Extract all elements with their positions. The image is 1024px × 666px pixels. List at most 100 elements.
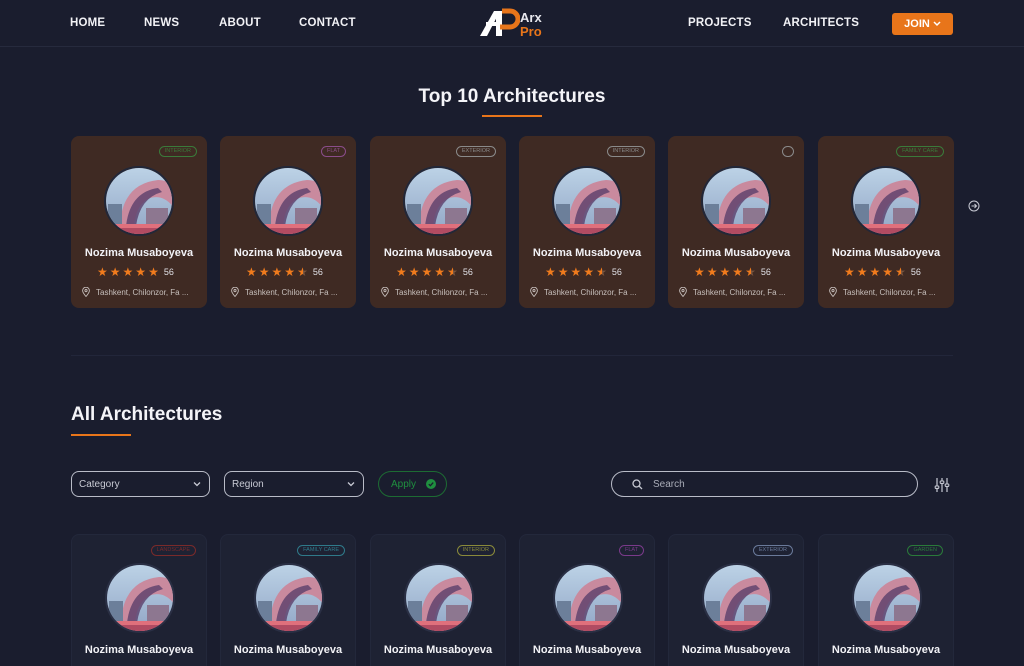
region-select-label: Region [232, 478, 264, 490]
architect-card[interactable]: interior Nozima Musaboyeva [370, 534, 506, 666]
architecture-photo-icon [106, 168, 172, 234]
architect-name: Nozima Musaboyeva [681, 644, 791, 656]
rating: ★ ★ ★ ★ ★ 56 [694, 266, 771, 278]
category-tag: exterior [752, 545, 793, 556]
category-select[interactable]: Category [71, 471, 210, 497]
location-text: Tashkent, Chilonzor, Fa ... [693, 287, 786, 297]
rating-count: 56 [611, 267, 622, 277]
avatar [253, 166, 323, 236]
nav-projects[interactable]: PROJECTS [688, 17, 752, 29]
star-icon: ★ [246, 265, 257, 279]
search-box[interactable] [611, 471, 918, 497]
architect-card[interactable]: interior Nozima Musaboyeva ★ ★ ★ ★ ★ 56 Tashkent… [71, 136, 207, 308]
top-section-title: Top 10 Architectures [418, 86, 606, 107]
join-label: JOIN [904, 18, 930, 30]
architecture-photo-icon [406, 565, 472, 631]
nav-home[interactable]: HOME [70, 17, 105, 29]
nav-contact[interactable]: CONTACT [299, 17, 356, 29]
chevron-down-icon [193, 482, 201, 487]
avatar [702, 563, 772, 633]
architect-name: Nozima Musaboyeva [84, 247, 194, 259]
location: Tashkent, Chilonzor, Fa ... [679, 287, 786, 297]
nav-architects[interactable]: ARCHITECTS [783, 17, 859, 29]
category-tag: landscape [150, 545, 196, 556]
category-tag: interior [456, 545, 495, 556]
architect-card[interactable]: landscape Nozima Musaboyeva [71, 534, 207, 666]
architect-name: Nozima Musaboyeva [532, 247, 642, 259]
rating: ★ ★ ★ ★ ★ 56 [97, 266, 174, 278]
architect-card[interactable]: family care Nozima Musaboyeva ★ ★ ★ ★ ★ 56 Tashk… [818, 136, 954, 308]
nav-news[interactable]: NEWS [144, 17, 179, 29]
all-section-title: All Architectures [71, 404, 223, 425]
architect-name: Nozima Musaboyeva [383, 644, 493, 656]
avatar [852, 563, 922, 633]
location-pin-icon [82, 287, 90, 297]
location: Tashkent, Chilonzor, Fa ... [530, 287, 637, 297]
star-icon: ★ [869, 265, 881, 279]
architect-name: Nozima Musaboyeva [831, 247, 941, 259]
avatar [105, 563, 175, 633]
architecture-photo-icon [854, 565, 920, 631]
architecture-photo-icon [256, 565, 322, 631]
apply-button[interactable]: Apply [378, 471, 447, 497]
rating: ★ ★ ★ ★ ★ 56 [396, 266, 473, 278]
architect-card[interactable]: exterior Nozima Musaboyeva [668, 534, 804, 666]
star-icon: ★ [396, 265, 407, 279]
rating-count: 56 [910, 267, 921, 277]
logo-text-pro: Pro [520, 24, 542, 39]
check-circle-icon [426, 479, 437, 489]
architect-name: Nozima Musaboyeva [233, 247, 343, 259]
star-icon: ★ [882, 265, 894, 279]
star-icon: ★ [706, 265, 718, 279]
logo-text-arx: Arx [520, 10, 542, 25]
star-icon: ★ [271, 265, 283, 279]
architect-card[interactable]: garden Nozima Musaboyeva [818, 534, 954, 666]
star-icon: ★ [421, 265, 433, 279]
architecture-photo-icon [554, 168, 620, 234]
avatar [701, 166, 771, 236]
location-pin-icon [530, 287, 538, 297]
star-icon: ★ [434, 265, 446, 279]
category-tag: exterior [455, 146, 496, 157]
star-icon: ★ [297, 265, 308, 279]
architect-card[interactable]: family care Nozima Musaboyeva [220, 534, 356, 666]
star-icon: ★ [557, 265, 569, 279]
star-icon: ★ [122, 265, 134, 279]
star-icon: ★ [284, 265, 296, 279]
star-icon: ★ [148, 265, 159, 279]
logo[interactable]: Arx Pro [478, 7, 558, 39]
star-icon: ★ [109, 265, 121, 279]
architect-name: Nozima Musaboyeva [831, 644, 941, 656]
filter-sliders-icon[interactable] [934, 477, 950, 493]
search-input[interactable] [653, 478, 893, 490]
architect-name: Nozima Musaboyeva [383, 247, 493, 259]
location: Tashkent, Chilonzor, Fa ... [231, 287, 338, 297]
region-select[interactable]: Region [224, 471, 364, 497]
location: Tashkent, Chilonzor, Fa ... [82, 287, 189, 297]
star-icon: ★ [408, 265, 420, 279]
apply-label: Apply [391, 478, 417, 490]
architect-name: Nozima Musaboyeva [84, 644, 194, 656]
avatar [254, 563, 324, 633]
nav-about[interactable]: ABOUT [219, 17, 261, 29]
architecture-photo-icon [703, 168, 769, 234]
architect-card[interactable]: exterior Nozima Musaboyeva ★ ★ ★ ★ ★ 56 Tashkent… [370, 136, 506, 308]
architect-card[interactable]: Nozima Musaboyeva ★ ★ ★ ★ ★ 56 Tashkent, Chilon… [668, 136, 804, 308]
architect-card[interactable]: flat Nozima Musaboyeva ★ ★ ★ ★ ★ 56 Tashkent, Ch… [220, 136, 356, 308]
architect-card[interactable]: interior Nozima Musaboyeva ★ ★ ★ ★ ★ 56 Tashkent… [519, 136, 655, 308]
location: Tashkent, Chilonzor, Fa ... [381, 287, 488, 297]
star-icon: ★ [97, 265, 108, 279]
architecture-photo-icon [107, 565, 173, 631]
category-select-label: Category [79, 478, 120, 490]
join-button[interactable]: JOIN [892, 13, 953, 35]
rating: ★ ★ ★ ★ ★ 56 [844, 266, 921, 278]
location-text: Tashkent, Chilonzor, Fa ... [96, 287, 189, 297]
architect-card[interactable]: flat Nozima Musaboyeva [519, 534, 655, 666]
rating-count: 56 [163, 267, 174, 277]
star-icon: ★ [570, 265, 582, 279]
architecture-photo-icon [704, 565, 770, 631]
avatar [104, 166, 174, 236]
architect-name: Nozima Musaboyeva [233, 644, 343, 656]
next-arrow-icon[interactable] [968, 200, 980, 212]
star-icon: ★ [745, 265, 756, 279]
